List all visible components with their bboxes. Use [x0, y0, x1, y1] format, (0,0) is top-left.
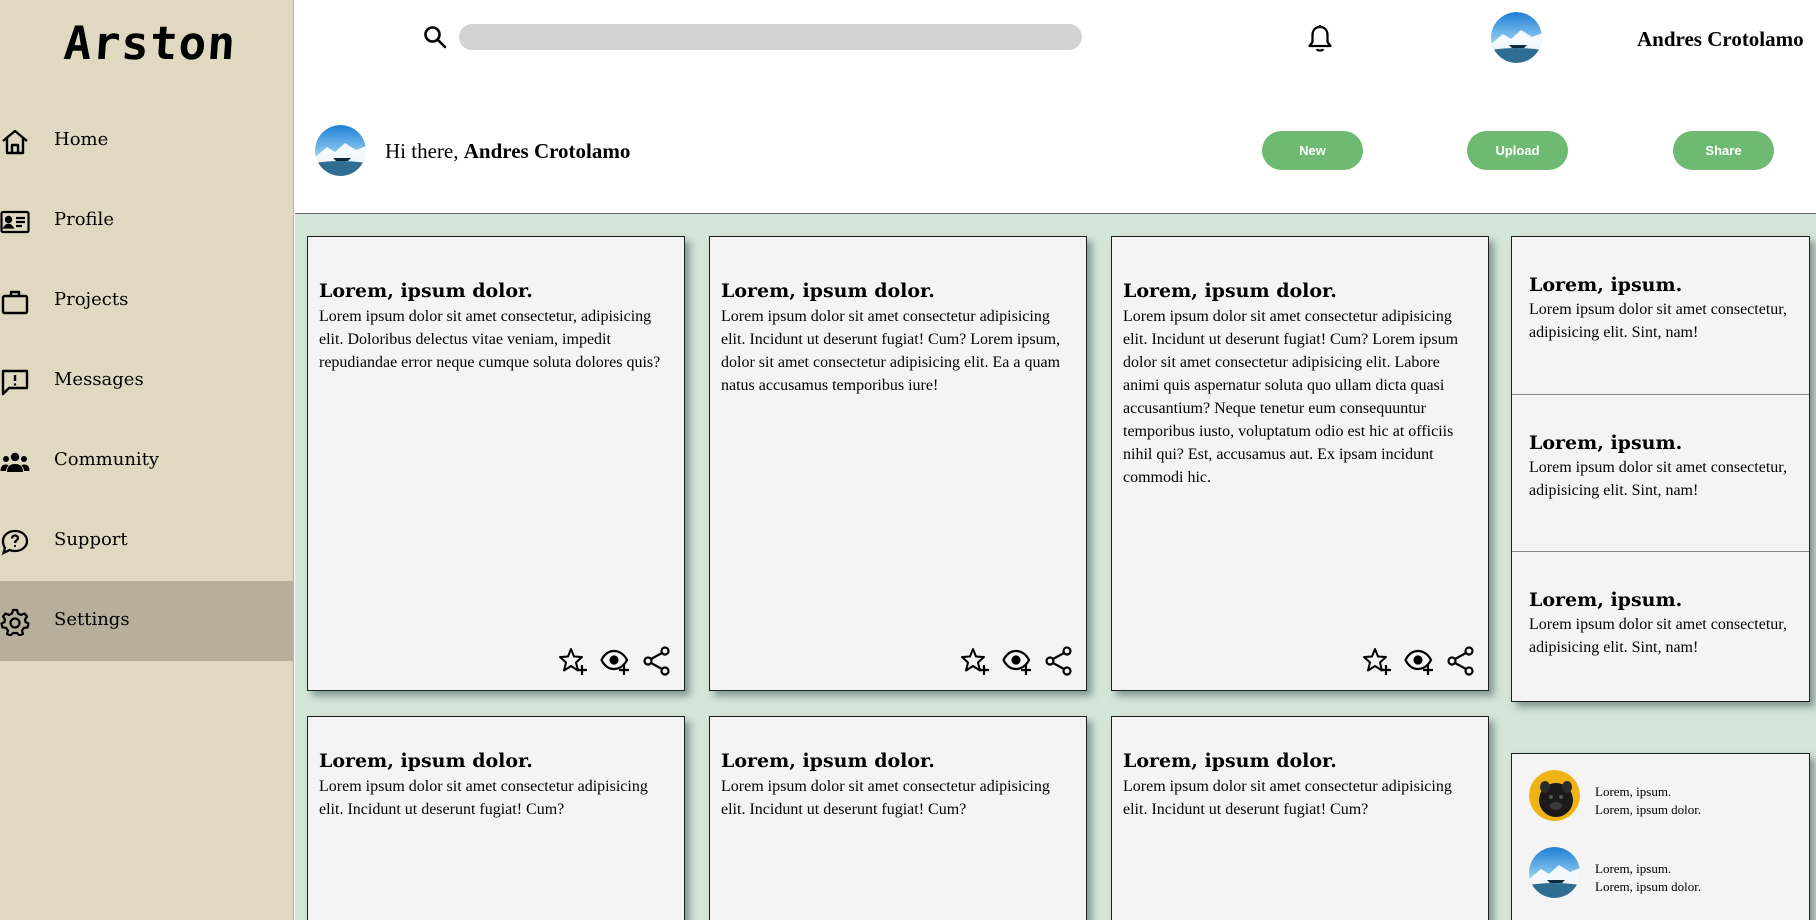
card-title: Lorem, ipsum dolor. — [1123, 750, 1337, 772]
person-name: Lorem, ipsum. — [1595, 784, 1672, 799]
card-body: Lorem ipsum dolor sit amet consectetur a… — [1123, 778, 1452, 818]
post-card: Lorem, ipsum dolor. Lorem ipsum dolor si… — [709, 236, 1087, 691]
share-icon[interactable] — [642, 646, 672, 676]
greeting-name: Andres Crotolamo — [463, 139, 631, 163]
home-icon — [2, 129, 28, 155]
card-body: Lorem ipsum dolor sit amet consectetur, … — [319, 308, 661, 371]
bell-icon[interactable] — [1305, 22, 1335, 54]
announcement-body: Lorem ipsum dolor sit amet consectetur, … — [1529, 301, 1787, 341]
sidebar-item-label: Profile — [54, 209, 114, 230]
people-icon — [0, 452, 30, 472]
star-plus-icon[interactable] — [1362, 646, 1392, 676]
person-item[interactable]: Lorem, ipsum. Lorem, ipsum dolor. — [1529, 847, 1799, 899]
sidebar-item-label: Projects — [54, 289, 129, 310]
avatar — [1529, 847, 1580, 898]
card-title: Lorem, ipsum dolor. — [319, 750, 533, 772]
message-alert-icon — [1, 369, 29, 396]
sidebar-item-profile[interactable]: Profile — [0, 181, 294, 261]
sidebar-item-projects[interactable]: Projects — [0, 261, 294, 341]
star-plus-icon[interactable] — [558, 646, 588, 676]
post-card: Lorem, ipsum dolor. Lorem ipsum dolor si… — [1111, 716, 1489, 920]
help-chat-icon — [1, 529, 29, 556]
announcement-title: Lorem, ipsum. — [1529, 274, 1683, 296]
card-actions — [558, 646, 672, 676]
avatar — [1529, 770, 1580, 821]
card-title: Lorem, ipsum dolor. — [721, 280, 935, 302]
search-icon[interactable] — [422, 24, 448, 50]
post-card: Lorem, ipsum dolor. Lorem ipsum dolor si… — [709, 716, 1087, 920]
sidebar-item-label: Community — [54, 449, 160, 470]
card-body: Lorem ipsum dolor sit amet consectetur a… — [721, 778, 1050, 818]
sidebar-item-settings[interactable]: Settings — [0, 581, 294, 661]
share-icon[interactable] — [1044, 646, 1074, 676]
announcements-panel: Lorem, ipsum. Lorem ipsum dolor sit amet… — [1511, 236, 1810, 702]
avatar[interactable] — [1491, 12, 1542, 63]
announcement-item: Lorem, ipsum. Lorem ipsum dolor sit amet… — [1512, 551, 1809, 708]
card-body: Lorem ipsum dolor sit amet consectetur a… — [1123, 308, 1459, 486]
sidebar-item-label: Home — [54, 129, 109, 150]
card-body: Lorem ipsum dolor sit amet consectetur a… — [721, 308, 1061, 394]
new-button[interactable]: New — [1262, 131, 1363, 170]
sidebar-item-home[interactable]: Home — [0, 101, 294, 181]
card-title: Lorem, ipsum dolor. — [721, 750, 935, 772]
sidebar-item-community[interactable]: Community — [0, 421, 294, 501]
share-button[interactable]: Share — [1673, 131, 1774, 170]
person-name: Lorem, ipsum. — [1595, 861, 1672, 876]
announcement-item: Lorem, ipsum. Lorem ipsum dolor sit amet… — [1512, 394, 1809, 551]
gear-icon — [0, 608, 30, 636]
search-input[interactable] — [459, 24, 1082, 50]
announcement-title: Lorem, ipsum. — [1529, 589, 1683, 611]
greeting-prefix: Hi there, — [385, 139, 459, 163]
sidebar-item-label: Messages — [54, 369, 144, 390]
star-plus-icon[interactable] — [960, 646, 990, 676]
post-card: Lorem, ipsum dolor. Lorem ipsum dolor si… — [1111, 236, 1489, 691]
people-panel: Lorem, ipsum. Lorem, ipsum dolor. Lorem,… — [1511, 753, 1810, 920]
card-title: Lorem, ipsum dolor. — [319, 280, 533, 302]
announcement-item: Lorem, ipsum. Lorem ipsum dolor sit amet… — [1512, 237, 1809, 394]
person-item[interactable]: Lorem, ipsum. Lorem, ipsum dolor. — [1529, 770, 1799, 822]
announcement-body: Lorem ipsum dolor sit amet consectetur, … — [1529, 616, 1787, 656]
sidebar-item-label: Settings — [54, 609, 130, 630]
announcement-body: Lorem ipsum dolor sit amet consectetur, … — [1529, 459, 1787, 499]
header-username[interactable]: Andres Crotolamo — [1637, 27, 1804, 52]
sidebar-item-label: Support — [54, 529, 128, 550]
eye-plus-icon[interactable] — [1002, 646, 1032, 676]
sidebar-item-messages[interactable]: Messages — [0, 341, 294, 421]
person-description: Lorem, ipsum dolor. — [1595, 879, 1702, 894]
card-actions — [1362, 646, 1476, 676]
sidebar-item-support[interactable]: Support — [0, 501, 294, 581]
card-body: Lorem ipsum dolor sit amet consectetur a… — [319, 778, 648, 818]
share-icon[interactable] — [1446, 646, 1476, 676]
eye-plus-icon[interactable] — [1404, 646, 1434, 676]
id-card-icon — [0, 210, 30, 234]
briefcase-icon — [1, 290, 29, 315]
post-card: Lorem, ipsum dolor. Lorem ipsum dolor si… — [307, 236, 685, 691]
sidebar-nav: Home Profile Projects Messages Community… — [0, 101, 294, 661]
sidebar: Arston Home Profile Projects Messages Co… — [0, 0, 294, 920]
card-title: Lorem, ipsum dolor. — [1123, 280, 1337, 302]
upload-button[interactable]: Upload — [1467, 131, 1568, 170]
card-actions — [960, 646, 1074, 676]
post-card: Lorem, ipsum dolor. Lorem ipsum dolor si… — [307, 716, 685, 920]
eye-plus-icon[interactable] — [600, 646, 630, 676]
greeting: Hi there, Andres Crotolamo — [385, 139, 630, 164]
avatar — [315, 125, 366, 176]
app-logo[interactable]: Arston — [62, 16, 238, 70]
person-description: Lorem, ipsum dolor. — [1595, 802, 1702, 817]
announcement-title: Lorem, ipsum. — [1529, 432, 1683, 454]
